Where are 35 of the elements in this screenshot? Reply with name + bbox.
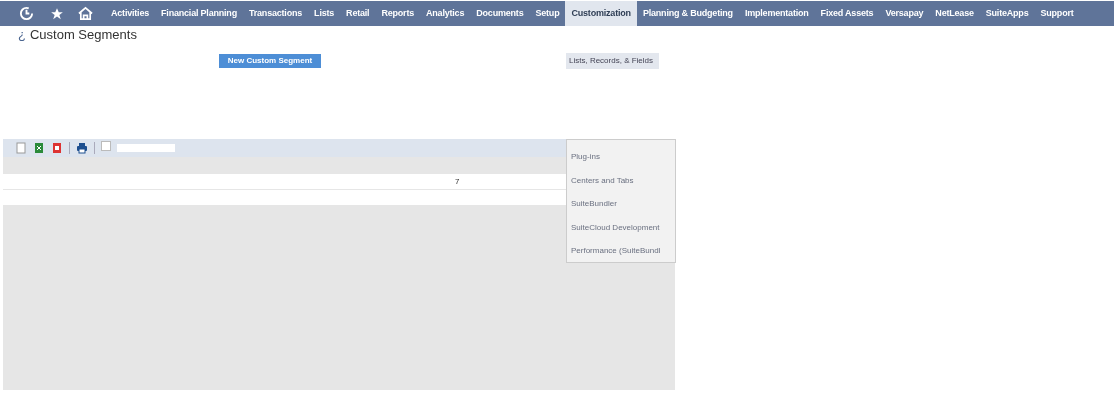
- nav-tab[interactable]: Activities: [105, 1, 156, 26]
- nav-tab[interactable]: Support: [1034, 1, 1080, 26]
- table-cell-text: 7: [455, 175, 461, 188]
- nav-tab[interactable]: Fixed Assets: [814, 1, 880, 26]
- pdf-icon[interactable]: [51, 142, 63, 154]
- input-field[interactable]: [117, 144, 175, 152]
- spreadsheet-icon[interactable]: [33, 142, 45, 154]
- nav-tab[interactable]: NetLease: [929, 1, 980, 26]
- nav-tab[interactable]: Transactions: [242, 1, 309, 26]
- page-title: Custom Segments: [29, 26, 137, 45]
- new-custom-segment-button[interactable]: New Custom Segment: [219, 54, 321, 68]
- menu-item[interactable]: Plug-ins: [567, 145, 675, 169]
- nav-tab[interactable]: Customization: [565, 1, 637, 26]
- nav-tab[interactable]: Versapay: [879, 1, 930, 26]
- nav-tab[interactable]: Retail: [340, 1, 376, 26]
- nav-tab[interactable]: Implementation: [738, 1, 815, 26]
- menu-item[interactable]: Centers and Tabs: [567, 168, 675, 192]
- menu-item[interactable]: SuiteCloud Development: [567, 215, 675, 239]
- help-icon[interactable]: ¿: [18, 25, 26, 45]
- home-icon[interactable]: [78, 6, 93, 21]
- recent-clock-icon[interactable]: [19, 6, 34, 21]
- nav-tab[interactable]: Lists: [308, 1, 341, 26]
- nav-tab[interactable]: Documents: [470, 1, 530, 26]
- nav-tab[interactable]: Analytics: [420, 1, 471, 26]
- nav-tab[interactable]: Financial Planning: [155, 1, 243, 26]
- menu-item[interactable]: Performance (SuiteBundl: [567, 239, 675, 263]
- nav-tab[interactable]: Reports: [375, 1, 420, 26]
- nav-tab[interactable]: SuiteApps: [979, 1, 1035, 26]
- menu-item[interactable]: SuiteBundler: [567, 192, 675, 216]
- nav-tab[interactable]: Planning & Budgeting: [636, 1, 739, 26]
- star-icon[interactable]: [50, 6, 64, 21]
- menu-item[interactable]: Lists, Records, & Fields: [566, 53, 659, 69]
- print-icon[interactable]: [76, 142, 88, 154]
- checkbox[interactable]: [101, 141, 111, 151]
- nav-tab[interactable]: Setup: [529, 1, 566, 26]
